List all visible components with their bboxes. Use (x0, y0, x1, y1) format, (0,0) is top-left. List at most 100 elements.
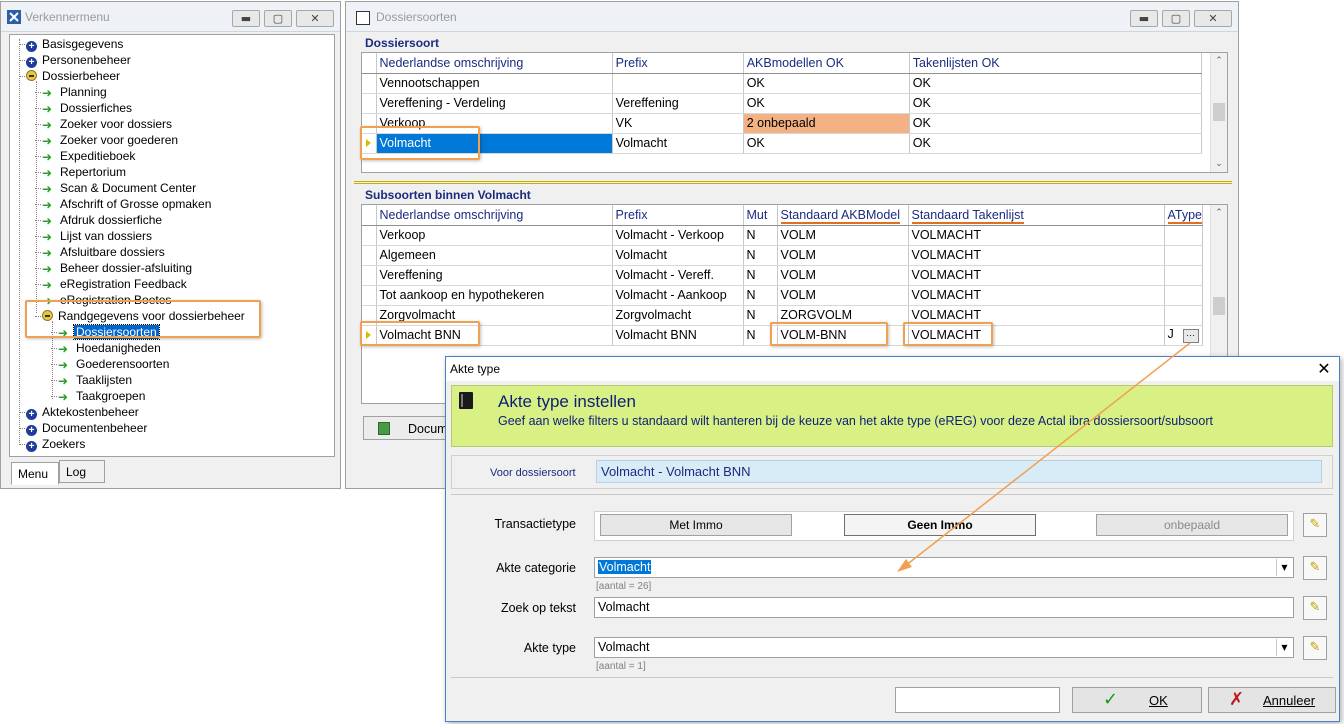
table-cell[interactable]: VOLMACHT (908, 225, 1165, 246)
akte-type-select[interactable]: Volmacht ▼ (594, 637, 1294, 658)
table-cell[interactable]: Volmacht BNN (612, 325, 744, 346)
dialog-titlebar[interactable]: Akte type ✕ (446, 357, 1339, 381)
scroll-down-icon[interactable]: ⌄ (1211, 156, 1227, 172)
table-cell[interactable]: OK (909, 93, 1203, 114)
expand-icon[interactable]: + (26, 409, 37, 420)
column-header[interactable]: Prefix (612, 53, 744, 74)
table-row[interactable]: Vennootschappen OK OK (362, 73, 1203, 94)
table-cell[interactable]: N (743, 325, 778, 346)
table-cell[interactable]: ZORGVOLM (777, 305, 909, 326)
table-cell[interactable] (1164, 305, 1203, 326)
column-header[interactable]: Nederlandse omschrijving (376, 205, 613, 226)
tab-log[interactable]: Log (59, 460, 105, 483)
column-header[interactable]: AType (1164, 205, 1203, 226)
table-cell[interactable]: Volmacht - Verkoop (612, 225, 744, 246)
table-row[interactable]: Vereffening - Verdeling Vereffening OK OK (362, 93, 1203, 114)
tree-item-eregistration-boetes[interactable]: ➜ eRegistration Boetes (42, 292, 173, 308)
table-cell[interactable]: OK (909, 133, 1203, 154)
tree-item-taaklijsten[interactable]: ➜ Taaklijsten (58, 372, 134, 388)
tree-item-dossierfiches[interactable]: ➜ Dossierfiches (42, 100, 134, 116)
tree-item-goederensoorten[interactable]: ➜ Goederensoorten (58, 356, 171, 372)
tree-item-zoeker-voor-goederen[interactable]: ➜ Zoeker voor goederen (42, 132, 180, 148)
table-cell[interactable]: OK (743, 73, 910, 94)
table-cell[interactable]: VOLM-BNN (777, 325, 909, 346)
chevron-down-icon[interactable]: ▼ (1276, 559, 1292, 576)
ellipsis-button[interactable]: ··· (1182, 329, 1199, 343)
tree-item-basisgegevens[interactable]: + Basisgegevens (26, 36, 125, 52)
table-row[interactable]: Vereffening Volmacht - Vereff. N VOLM VOLMAC… (362, 265, 1203, 286)
table-cell[interactable]: Vereffening - Verdeling (376, 93, 613, 114)
explorer-titlebar[interactable]: Verkennermenu ▬ ▢ ✕ (1, 2, 340, 32)
tree-item-scan-document-center[interactable]: ➜ Scan & Document Center (42, 180, 198, 196)
table-cell[interactable]: Volmacht - Aankoop (612, 285, 744, 306)
table-cell[interactable]: Volmacht (376, 133, 613, 154)
collapse-icon[interactable] (26, 70, 37, 81)
table-cell[interactable] (1164, 285, 1203, 306)
table-cell[interactable] (1164, 265, 1203, 286)
tree-item-taakgroepen[interactable]: ➜ Taakgroepen (58, 388, 147, 404)
scroll-thumb[interactable] (1213, 297, 1225, 315)
expand-icon[interactable]: + (26, 41, 37, 52)
akte-categorie-pin-icon[interactable]: ✎ (1303, 556, 1327, 580)
table-cell[interactable]: N (743, 305, 778, 326)
scroll-up-icon[interactable]: ⌃ (1211, 205, 1227, 221)
maximize-button[interactable]: ▢ (264, 10, 292, 27)
tree-item-repertorium[interactable]: ➜ Repertorium (42, 164, 128, 180)
table-cell[interactable]: VOLM (777, 265, 909, 286)
table-cell[interactable]: VOLMACHT (908, 325, 1165, 346)
tree-item-afschrift-of-grosse-opmaken[interactable]: ➜ Afschrift of Grosse opmaken (42, 196, 213, 212)
table-cell[interactable]: VOLMACHT (908, 305, 1165, 326)
transactietype-pin-icon[interactable]: ✎ (1303, 513, 1327, 537)
minimize-button[interactable]: ▬ (232, 10, 260, 27)
table-cell[interactable]: Algemeen (376, 245, 613, 266)
tab-menu[interactable]: Menu (11, 462, 59, 485)
table-cell[interactable]: Tot aankoop en hypothekeren (376, 285, 613, 306)
table-cell[interactable]: OK (909, 113, 1203, 134)
tree-item-afdruk-dossierfiche[interactable]: ➜ Afdruk dossierfiche (42, 212, 164, 228)
tree-item-personenbeheer[interactable]: + Personenbeheer (26, 52, 133, 68)
table-cell[interactable]: VOLM (777, 245, 909, 266)
scroll-thumb[interactable] (1213, 103, 1225, 121)
table-cell[interactable]: Vennootschappen (376, 73, 613, 94)
akte-type-pin-icon[interactable]: ✎ (1303, 636, 1327, 660)
tree-item-afsluitbare-dossiers[interactable]: ➜ Afsluitbare dossiers (42, 244, 167, 260)
tree-item-zoeker-voor-dossiers[interactable]: ➜ Zoeker voor dossiers (42, 116, 174, 132)
table-cell[interactable] (612, 73, 744, 94)
table-cell[interactable]: Zorgvolmacht (376, 305, 613, 326)
tree-item-documentenbeheer[interactable]: + Documentenbeheer (26, 420, 149, 436)
table-cell[interactable]: OK (909, 73, 1203, 94)
table-row[interactable]: Zorgvolmacht Zorgvolmacht N ZORGVOLM VOLMACH… (362, 305, 1203, 326)
table-cell[interactable] (1164, 245, 1203, 266)
table-row[interactable]: Volmacht Volmacht OK OK (362, 133, 1203, 154)
table-cell[interactable]: Volmacht (612, 245, 744, 266)
grid1-scrollbar[interactable]: ⌃ ⌄ (1210, 53, 1227, 172)
table-row[interactable]: Tot aankoop en hypothekeren Volmacht - Aa… (362, 285, 1203, 306)
table-cell[interactable]: Volmacht (612, 133, 744, 154)
table-cell[interactable]: Volmacht BNN (376, 325, 613, 346)
column-header[interactable]: Prefix (612, 205, 744, 226)
chevron-down-icon[interactable]: ▼ (1276, 639, 1292, 656)
table-cell[interactable]: N (743, 285, 778, 306)
minimize-button[interactable]: ▬ (1130, 10, 1158, 27)
table-cell[interactable]: N (743, 265, 778, 286)
expand-icon[interactable]: + (26, 57, 37, 68)
collapse-icon[interactable] (42, 310, 53, 321)
tree-item-zoekers[interactable]: + Zoekers (26, 436, 87, 452)
table-row[interactable]: Algemeen Volmacht N VOLM VOLMACHT (362, 245, 1203, 266)
table-row[interactable]: Verkoop VK 2 onbepaald OK (362, 113, 1203, 134)
table-cell[interactable]: VK (612, 113, 744, 134)
tree-item-planning[interactable]: ➜ Planning (42, 84, 109, 100)
table-cell[interactable]: 2 onbepaald (743, 113, 910, 134)
column-header[interactable]: Mut (743, 205, 778, 226)
column-header[interactable]: Standaard Takenlijst (908, 205, 1165, 226)
tree-item-dossierbeheer[interactable]: Dossierbeheer (26, 68, 122, 84)
table-cell[interactable]: Vereffening (612, 93, 744, 114)
onbepaald-button[interactable]: onbepaald (1096, 514, 1288, 536)
table-cell[interactable]: Volmacht - Vereff. (612, 265, 744, 286)
table-cell[interactable] (1164, 225, 1203, 246)
table-cell[interactable]: OK (743, 93, 910, 114)
dialog-close-icon[interactable]: ✕ (1313, 359, 1335, 379)
table-cell[interactable]: VOLMACHT (908, 245, 1165, 266)
table-cell[interactable]: Vereffening (376, 265, 613, 286)
table-cell[interactable]: VOLM (777, 225, 909, 246)
